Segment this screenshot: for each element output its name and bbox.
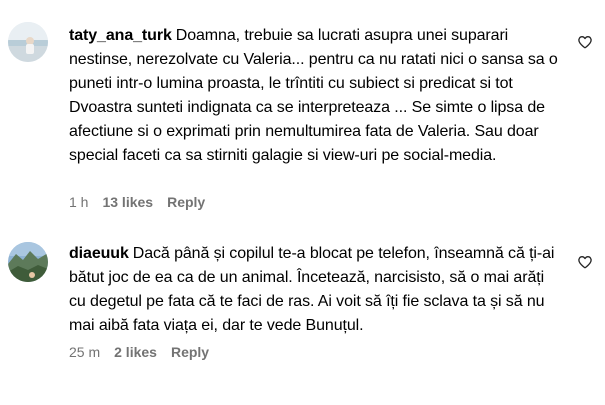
comment-meta: 1 h 13 likes Reply [69, 192, 205, 212]
comment-likes[interactable]: 2 likes [114, 344, 157, 360]
comment-time[interactable]: 1 h [69, 194, 88, 210]
avatar-image [8, 22, 48, 62]
avatar[interactable] [8, 22, 48, 62]
reply-button[interactable]: Reply [171, 344, 209, 360]
comment-body: Doamna, trebuie sa lucrati asupra unei s… [69, 27, 558, 164]
comment-username[interactable]: diaeuuk [69, 245, 129, 262]
comment-body: Dacă până și copilul te-a blocat pe tele… [69, 245, 555, 334]
reply-button[interactable]: Reply [167, 194, 205, 210]
avatar-image [8, 242, 48, 282]
comment-time[interactable]: 25 m [69, 344, 100, 360]
comment-text-block: taty_ana_turk Doamna, trebuie sa lucrati … [69, 24, 564, 168]
heart-outline-icon[interactable] [577, 254, 593, 270]
comment-text-block: diaeuuk Dacă până și copilul te-a blocat … [69, 242, 564, 338]
avatar[interactable] [8, 242, 48, 282]
comment-username[interactable]: taty_ana_turk [69, 27, 172, 44]
heart-outline-icon[interactable] [577, 34, 593, 50]
comment-meta: 25 m 2 likes Reply [69, 342, 209, 362]
comment-likes[interactable]: 13 likes [102, 194, 153, 210]
